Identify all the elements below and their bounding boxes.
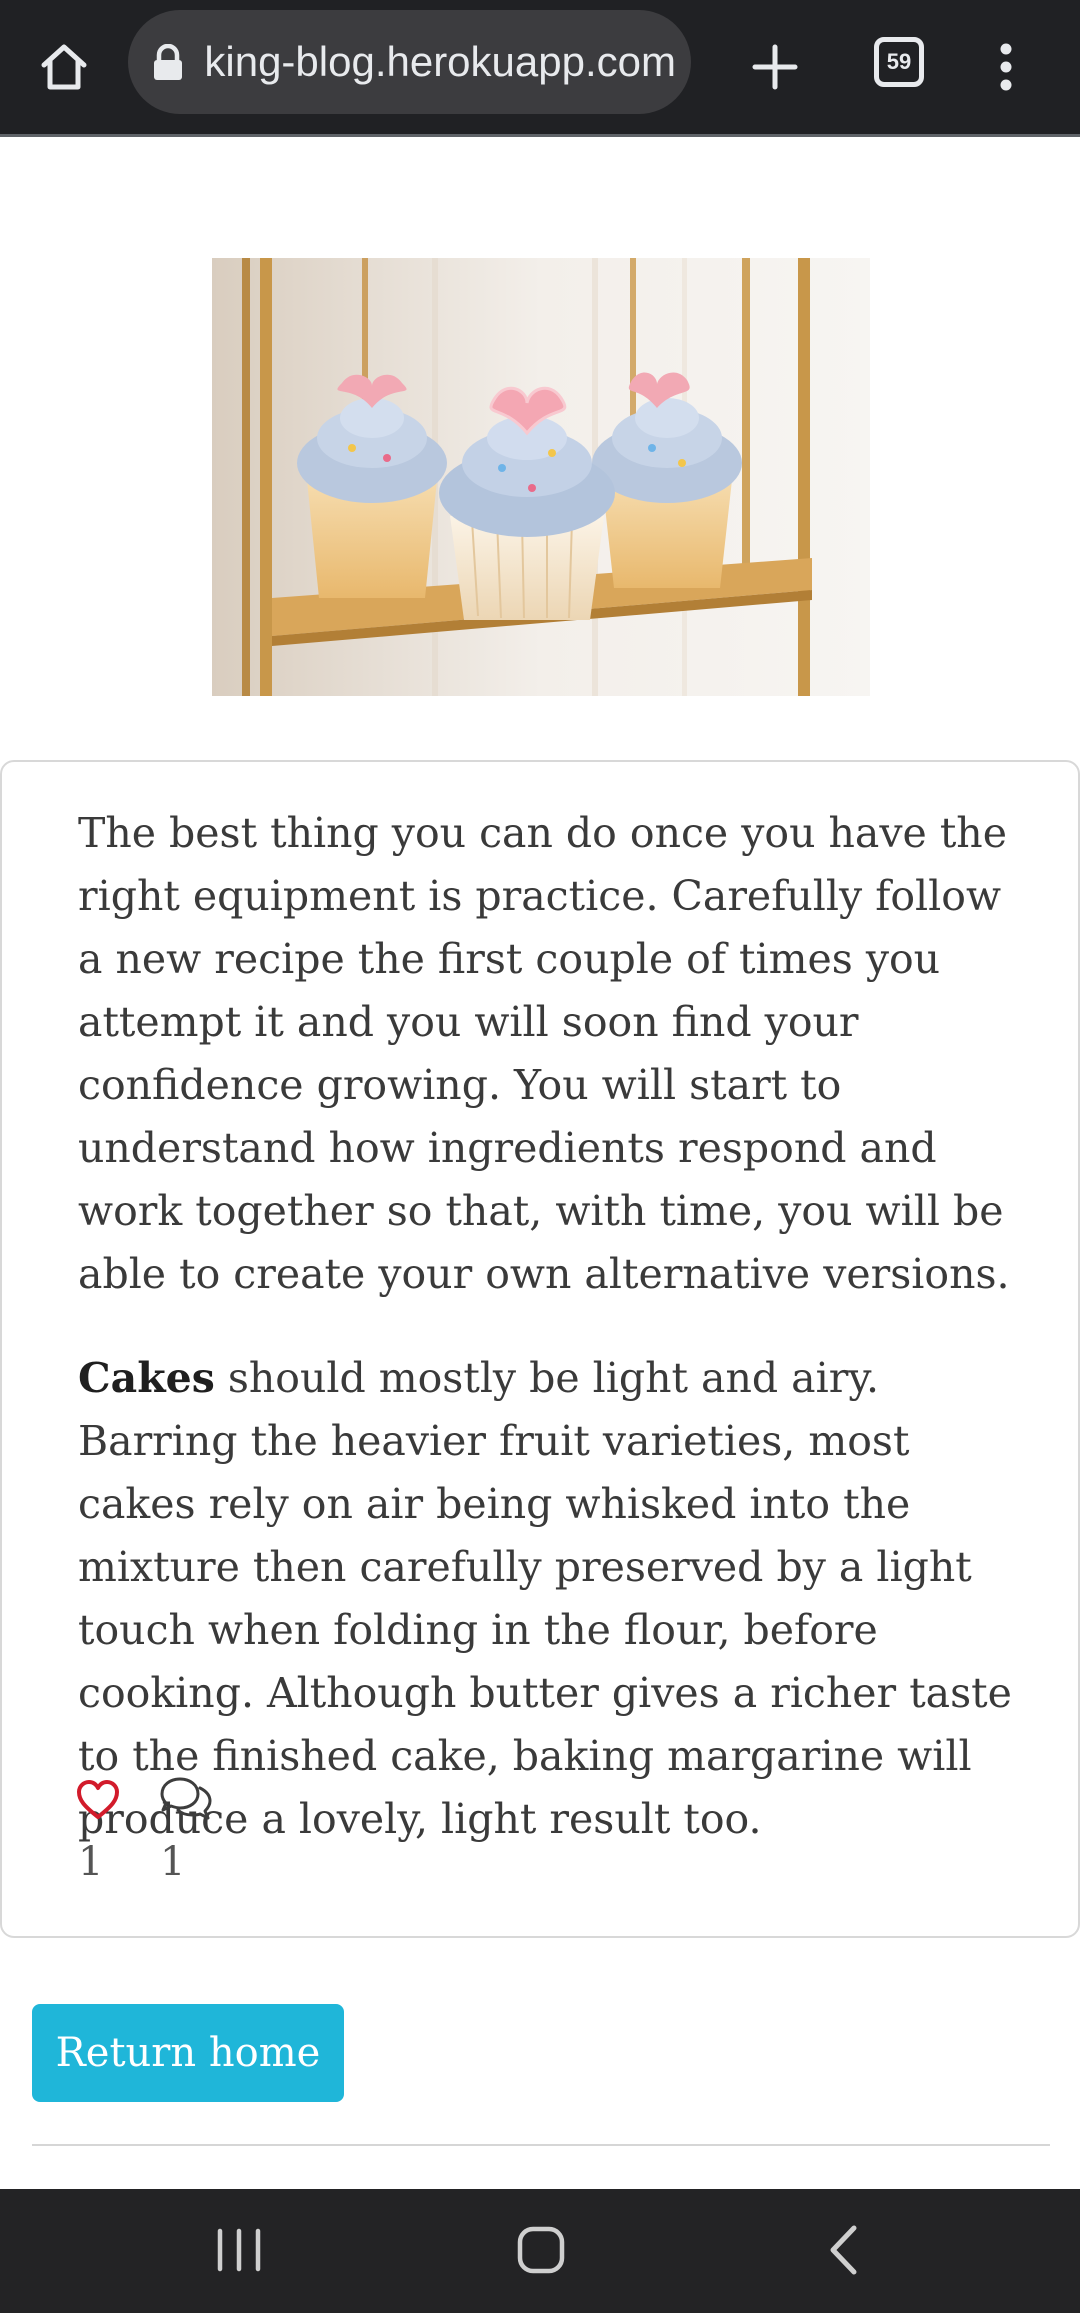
heart-icon[interactable] (76, 1780, 120, 1820)
tab-switcher-button[interactable]: 59 (874, 37, 924, 87)
cupcakes-image (212, 258, 870, 696)
browser-toolbar: baking-blog.herokuapp.com 59 (0, 0, 1080, 137)
home-icon (41, 44, 87, 90)
comments-icon[interactable] (158, 1776, 214, 1822)
post-image (212, 258, 870, 696)
url-text: baking-blog.herokuapp.com (206, 38, 676, 85)
more-vertical-icon (1000, 43, 1012, 91)
post-paragraph: Cakes should mostly be light and airy. B… (78, 1347, 1018, 1851)
paragraph-lead: Cakes (78, 1354, 215, 1402)
lock-icon (154, 44, 182, 80)
return-home-button[interactable]: Return home (32, 2004, 344, 2102)
plus-icon (752, 44, 798, 90)
like-count: 1 (78, 1839, 104, 1885)
paragraph-text: The best thing you can do once you have … (78, 809, 1010, 1298)
tab-count: 59 (886, 49, 912, 74)
nav-home-icon[interactable] (516, 2225, 566, 2275)
back-icon[interactable] (826, 2223, 860, 2277)
address-bar[interactable]: baking-blog.herokuapp.com (128, 10, 691, 114)
new-tab-button[interactable] (741, 33, 809, 101)
post-paragraph: The best thing you can do once you have … (78, 802, 1018, 1306)
browser-menu-button[interactable] (984, 33, 1028, 101)
recent-apps-icon[interactable] (214, 2227, 264, 2273)
comment-count: 1 (160, 1839, 186, 1885)
browser-home-button[interactable] (30, 33, 98, 101)
post-card: The best thing you can do once you have … (0, 760, 1080, 1938)
post-body: The best thing you can do once you have … (78, 802, 1018, 1892)
system-nav-bar (0, 2189, 1080, 2313)
paragraph-text: should mostly be light and airy. Barring… (78, 1354, 1012, 1843)
divider (32, 2144, 1050, 2146)
